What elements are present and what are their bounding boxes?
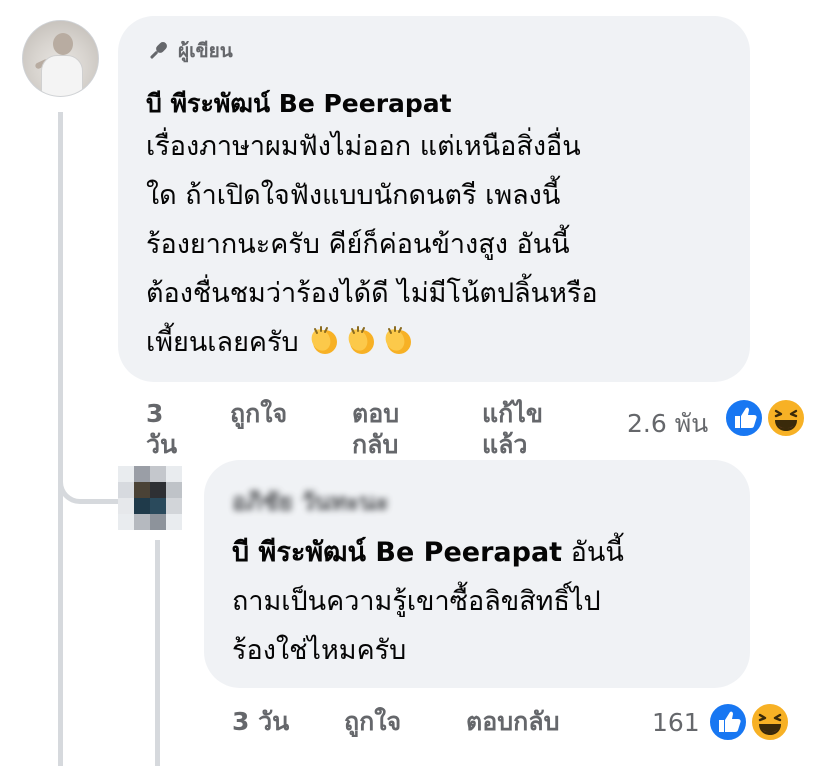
- reply-text-line: ร้องใช่ไหมครับ: [232, 635, 407, 666]
- edited-label: แก้ไขแล้ว: [482, 399, 543, 459]
- reply-button[interactable]: ตอบกลับ: [352, 398, 432, 460]
- reply-text-fragment: อันนี้: [562, 537, 624, 568]
- author-avatar[interactable]: [22, 20, 99, 97]
- avatar-pixel: [134, 466, 150, 482]
- comment-text-line: ต้องชื่นชมว่าร้องได้ดี ไม่มีโน้ตปลิ้นหรื…: [146, 278, 598, 309]
- comment-text-last-line: เพี้ยนเลยครับ: [146, 318, 738, 367]
- reply-reply-button[interactable]: ตอบกลับ: [466, 706, 559, 737]
- reply-author-avatar[interactable]: [118, 466, 182, 530]
- thread-connector-line: [58, 112, 63, 766]
- avatar-pixel: [118, 498, 134, 514]
- like-button[interactable]: ถูกใจ: [230, 398, 287, 429]
- reply-text-line: ถามเป็นความรู้เขาซื้อลิขสิทธิ์ไป: [232, 586, 601, 617]
- avatar-pixel: [150, 498, 166, 514]
- comment-author-name[interactable]: บี พีระพัฒน์ Be Peerapat: [146, 84, 452, 124]
- avatar-pixel: [134, 514, 150, 530]
- avatar-figure-body: [41, 55, 83, 96]
- avatar-pixel: [166, 498, 182, 514]
- avatar-pixel: [150, 466, 166, 482]
- avatar-pixel: [134, 482, 150, 498]
- like-icon[interactable]: [724, 398, 764, 438]
- avatar-figure-head: [53, 33, 73, 55]
- comment-thread: ผู้เขียน บี พีระพัฒน์ Be Peerapat เรื่อง…: [0, 0, 820, 766]
- comment-text-line: ใด ถ้าเปิดใจฟังแบบนักดนตรี เพลงนี้: [146, 180, 561, 211]
- reply-comment-body: บี พีระพัฒน์ Be Peerapat อันนี้ ถามเป็นค…: [232, 528, 732, 675]
- reply-timestamp[interactable]: 3 วัน: [232, 706, 289, 737]
- comment-body: เรื่องภาษาผมฟังไม่ออก แต่เหนือสิ่งอื่น ใ…: [146, 122, 738, 367]
- comment-text-line: เรื่องภาษาผมฟังไม่ออก แต่เหนือสิ่งอื่น: [146, 131, 581, 162]
- avatar-pixel: [150, 514, 166, 530]
- avatar-pixel: [166, 482, 182, 498]
- like-icon[interactable]: [708, 702, 748, 742]
- author-badge: ผู้เขียน: [146, 36, 233, 66]
- haha-icon[interactable]: [750, 702, 790, 742]
- microphone-icon: [150, 42, 167, 59]
- avatar-pixel: [134, 498, 150, 514]
- avatar-pixel: [150, 482, 166, 498]
- thread-connector-line: [155, 540, 160, 766]
- reply-like-button[interactable]: ถูกใจ: [344, 706, 401, 737]
- comment-text-line: เพี้ยนเลยครับ: [146, 327, 299, 358]
- reply-author-name[interactable]: อภิชัย วันทะนะ: [232, 482, 389, 521]
- mention-link[interactable]: บี พีระพัฒน์ Be Peerapat: [232, 537, 562, 568]
- haha-icon[interactable]: [766, 398, 806, 438]
- reply-reaction-count[interactable]: 161: [652, 708, 700, 737]
- reply-first-line: บี พีระพัฒน์ Be Peerapat อันนี้: [232, 528, 732, 577]
- comment-timestamp[interactable]: 3 วัน: [146, 398, 190, 460]
- clapping-hands-icon: [311, 326, 338, 354]
- comment-text-line: ร้องยากนะครับ คีย์ก็ค่อนข้างสูง อันนี้: [146, 229, 570, 260]
- clapping-hands-icon: [348, 326, 375, 354]
- avatar-pixel: [118, 482, 134, 498]
- clapping-hands-icon: [385, 326, 412, 354]
- author-badge-label: ผู้เขียน: [178, 40, 233, 62]
- reaction-count[interactable]: 2.6 พัน: [627, 404, 708, 444]
